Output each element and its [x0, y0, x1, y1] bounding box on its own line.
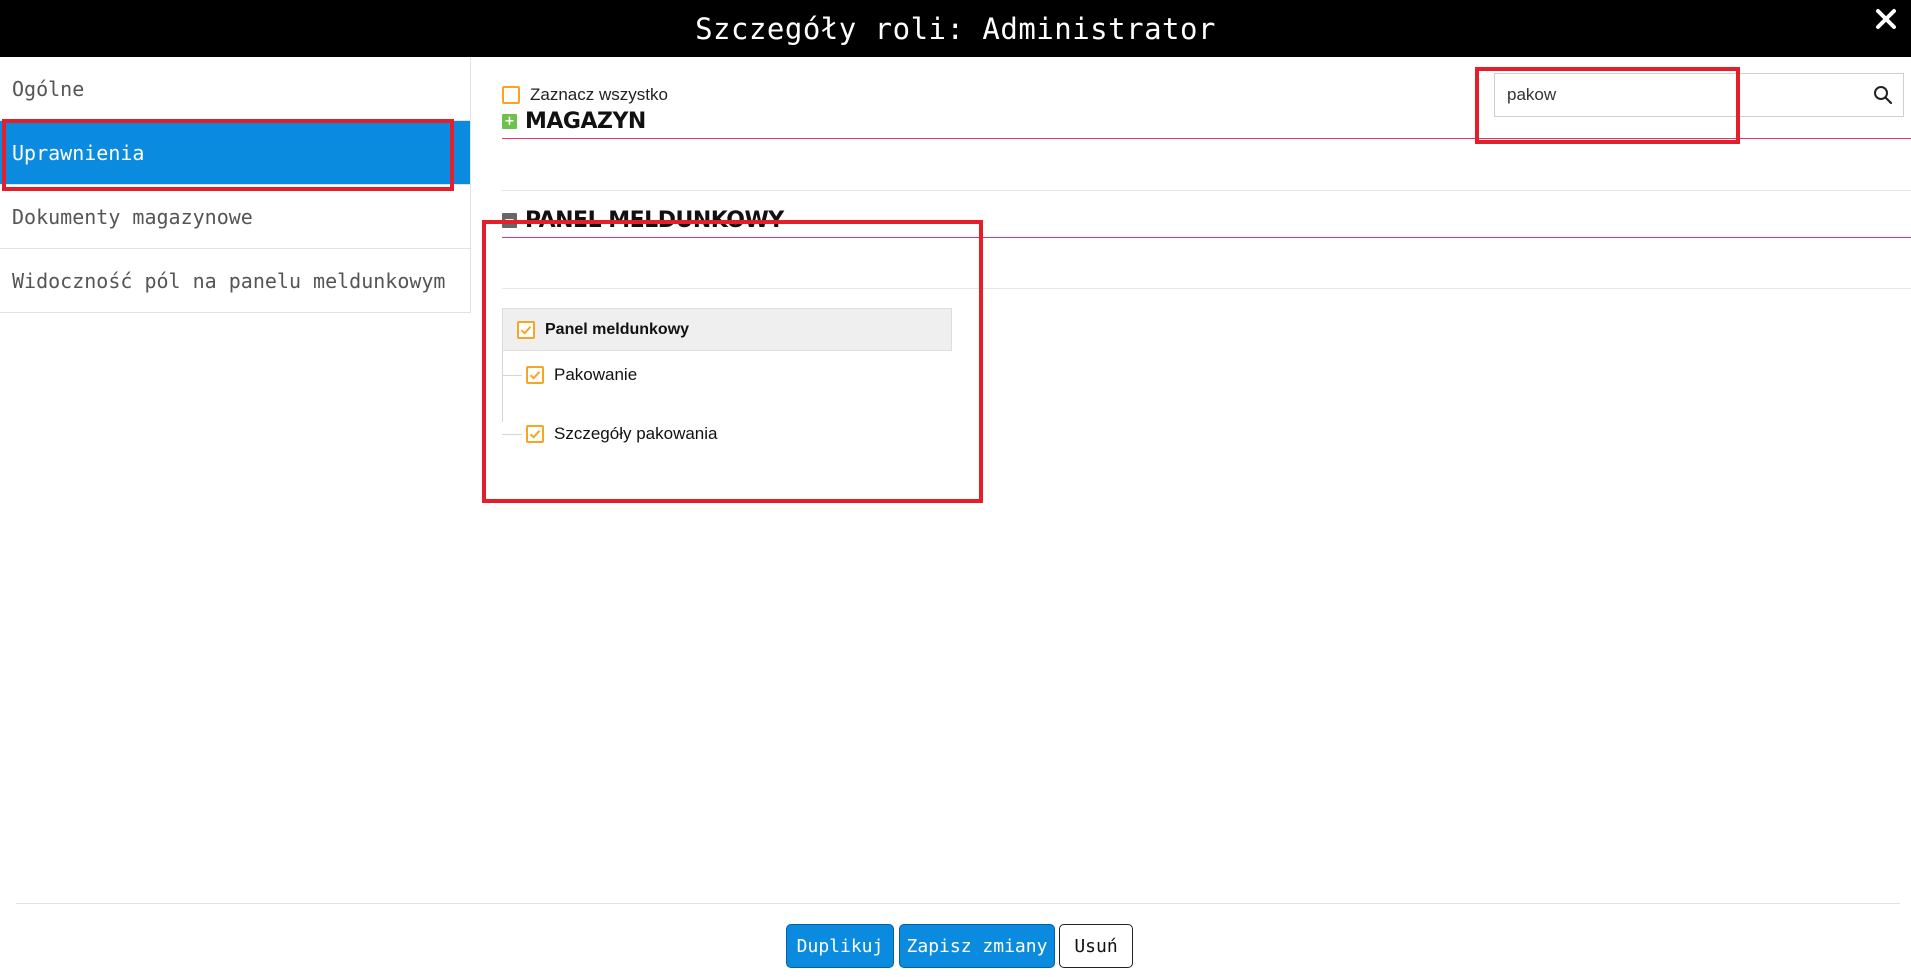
section-divider [502, 288, 1911, 289]
tree-node-label: Panel meldunkowy [545, 320, 690, 338]
select-all-control[interactable]: Zaznacz wszystko [502, 85, 668, 105]
tree-connector [502, 351, 503, 422]
sidebar-item-label: Dokumenty magazynowe [12, 204, 253, 229]
save-button[interactable]: Zapisz zmiany [899, 924, 1055, 968]
permissions-panel: Zaznacz wszystko + MAGAZYN − PANEL MELDU… [470, 57, 1911, 897]
checkbox-checked[interactable] [517, 320, 535, 339]
sidebar-item-label: Ogólne [12, 76, 85, 101]
checkbox-checked[interactable] [526, 366, 544, 384]
tree-node-packing-details[interactable]: Szczegóły pakowania [526, 419, 717, 449]
tree-node-report-panel[interactable]: Panel meldunkowy [502, 308, 952, 351]
check-icon [529, 430, 541, 439]
tree-node-label: Pakowanie [554, 365, 638, 384]
window-title: Szczegóły roli: Administrator [695, 11, 1216, 46]
tree-node-label: Szczegóły pakowania [554, 424, 718, 443]
sidebar-item-label: Widoczność pól na panelu meldunkowym [12, 268, 446, 293]
tree-connector [502, 434, 522, 435]
sidebar-item-warehouse-documents[interactable]: Dokumenty magazynowe [0, 185, 470, 249]
select-all-label: Zaznacz wszystko [530, 85, 668, 104]
sidebar-item-permissions[interactable]: Uprawnienia [0, 121, 470, 185]
sidebar-item-field-visibility[interactable]: Widoczność pól na panelu meldunkowym [0, 249, 470, 313]
title-bar: Szczegóły roli: Administrator [0, 0, 1911, 57]
tree-connector [502, 375, 522, 376]
footer-divider [16, 903, 1900, 904]
section-header-warehouse[interactable]: + MAGAZYN [502, 104, 1911, 139]
select-all-checkbox[interactable] [502, 86, 520, 104]
expand-icon[interactable]: + [502, 113, 517, 129]
section-title: MAGAZYN [525, 108, 646, 134]
close-button[interactable] [1869, 2, 1903, 36]
duplicate-button[interactable]: Duplikuj [786, 924, 894, 968]
section-divider [502, 190, 1911, 191]
sidebar-item-label: Uprawnienia [12, 140, 145, 165]
delete-button[interactable]: Usuń [1059, 924, 1133, 968]
section-header-report-panel[interactable]: − PANEL MELDUNKOWY [502, 203, 1911, 238]
sidebar-item-general[interactable]: Ogólne [0, 57, 470, 121]
collapse-icon[interactable]: − [502, 212, 517, 228]
close-icon [1876, 9, 1896, 29]
checkbox-checked[interactable] [526, 425, 544, 443]
section-title: PANEL MELDUNKOWY [525, 207, 784, 233]
sidebar: Ogólne Uprawnienia Dokumenty magazynowe … [0, 57, 471, 313]
check-icon [529, 371, 541, 380]
tree-node-packing[interactable]: Pakowanie [526, 360, 637, 390]
check-icon [520, 325, 532, 335]
